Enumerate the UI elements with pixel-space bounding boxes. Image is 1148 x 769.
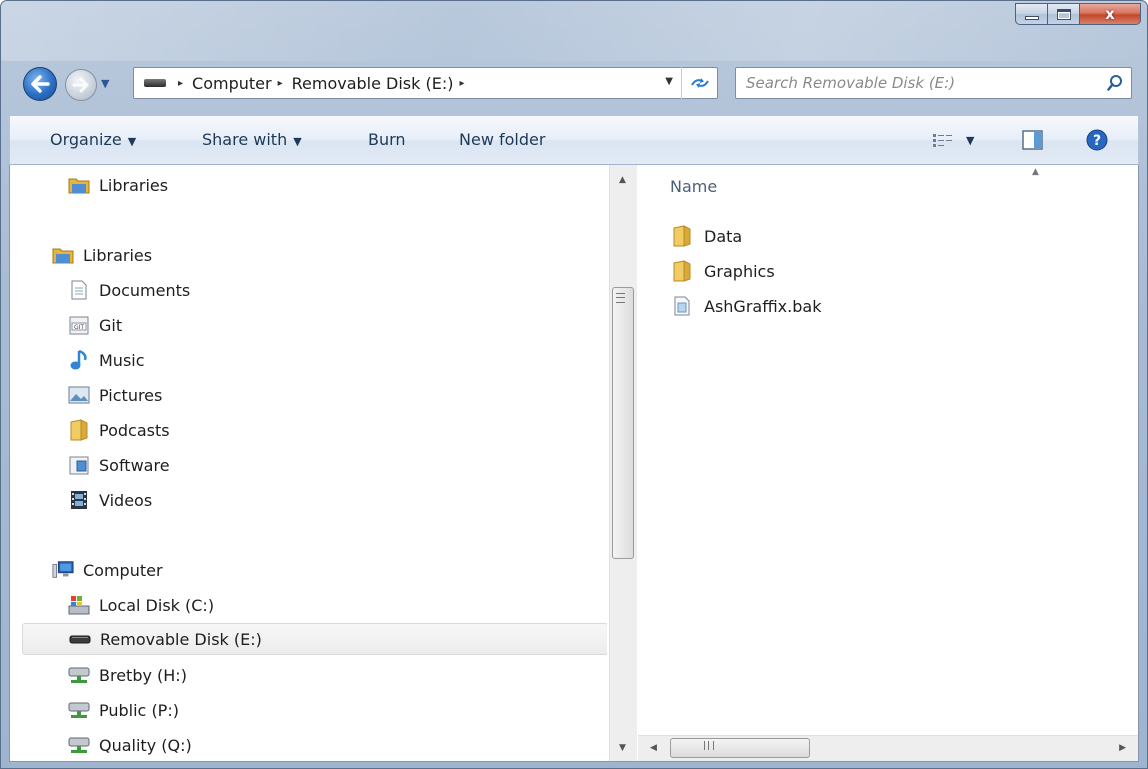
folder-icon: [672, 225, 692, 247]
address-bar[interactable]: ▸ Computer ▸ Removable Disk (E:) ▸ ▼: [133, 67, 718, 99]
removable-disk-icon: [69, 628, 91, 650]
nav-item-pictures[interactable]: Pictures: [68, 379, 162, 411]
local-disk-icon: [68, 594, 90, 616]
git-library-icon: GIT: [68, 314, 90, 336]
close-button[interactable]: x: [1079, 3, 1141, 25]
svg-text:GIT: GIT: [74, 324, 84, 331]
network-drive-icon: [68, 664, 90, 686]
search-icon: [1107, 75, 1122, 91]
libraries-icon: [52, 244, 74, 266]
address-history-chevron-down-icon[interactable]: ▼: [665, 76, 673, 87]
forward-button[interactable]: [65, 69, 97, 101]
computer-icon: [52, 559, 74, 581]
sort-ascending-icon: ▲: [1032, 167, 1039, 177]
navigation-bar: ▼ ▸ Computer ▸ Removable Disk (E:) ▸ ▼: [1, 63, 1147, 103]
recent-pages-chevron-down-icon[interactable]: ▼: [101, 77, 109, 90]
maximize-button[interactable]: [1047, 3, 1079, 25]
refresh-icon: [690, 78, 709, 88]
nav-item-removable-disk-e[interactable]: Removable Disk (E:): [22, 623, 607, 655]
network-drive-icon: [68, 699, 90, 721]
svg-text:?: ?: [1093, 133, 1101, 149]
chevron-down-icon: ▼: [293, 135, 302, 148]
file-icon: [672, 295, 692, 317]
chevron-down-icon: ▼: [127, 135, 137, 148]
nav-item-software[interactable]: Software: [68, 449, 170, 481]
forward-arrow-icon: [72, 77, 89, 93]
close-icon: x: [1105, 5, 1115, 23]
preview-pane-icon: [1022, 130, 1043, 150]
breadcrumb-separator[interactable]: ▸: [278, 78, 283, 89]
new-folder-button[interactable]: New folder: [459, 130, 545, 149]
breadcrumb-removable-disk[interactable]: Removable Disk (E:): [292, 74, 454, 93]
burn-button[interactable]: Burn: [368, 130, 406, 149]
change-view-button[interactable]: ▼: [932, 126, 974, 154]
help-button[interactable]: ?: [1086, 126, 1108, 154]
file-list-horizontal-scrollbar[interactable]: ◀ ▶: [638, 735, 1138, 761]
nav-item-public-p[interactable]: Public (P:): [68, 694, 179, 726]
content-area: Libraries Libraries Documents GIT Git Mu…: [9, 165, 1139, 762]
maximize-icon: [1056, 8, 1071, 20]
nav-item-libraries[interactable]: Libraries: [68, 169, 168, 201]
scroll-up-arrow-icon[interactable]: ▲: [619, 175, 626, 185]
search-box[interactable]: [735, 67, 1132, 99]
libraries-icon: [68, 174, 90, 196]
pictures-icon: [68, 384, 90, 406]
chevron-down-icon: ▼: [966, 133, 975, 147]
breadcrumb-separator[interactable]: ▸: [178, 78, 183, 89]
share-with-button[interactable]: Share with ▼: [202, 130, 302, 149]
scroll-right-arrow-icon[interactable]: ▶: [1119, 743, 1126, 753]
refresh-button[interactable]: [681, 67, 717, 99]
folder-icon: [672, 260, 692, 282]
nav-item-videos[interactable]: Videos: [68, 484, 152, 516]
organize-button[interactable]: Organize ▼: [50, 130, 136, 149]
navigation-pane-scrollbar[interactable]: ▲ ▼: [609, 165, 637, 761]
file-row-data[interactable]: Data: [672, 221, 742, 251]
file-row-ashgraffix-bak[interactable]: AshGraffix.bak: [672, 291, 821, 321]
nav-item-podcasts[interactable]: Podcasts: [68, 414, 170, 446]
nav-item-music[interactable]: Music: [68, 344, 145, 376]
file-list-pane: ▲ Name Data Graphics AshGraffix.bak ◀ ▶: [638, 165, 1138, 761]
file-row-graphics[interactable]: Graphics: [672, 256, 775, 286]
scrollbar-grip: [704, 741, 714, 750]
view-options-icon: [933, 134, 952, 147]
nav-item-git[interactable]: GIT Git: [68, 309, 122, 341]
nav-item-documents[interactable]: Documents: [68, 274, 190, 306]
removable-disk-icon: [144, 79, 166, 87]
back-button[interactable]: [23, 67, 57, 101]
caption-buttons: x: [1015, 3, 1141, 33]
scrollbar-thumb[interactable]: [670, 738, 810, 758]
folder-icon: [68, 419, 90, 441]
breadcrumb-computer[interactable]: Computer: [192, 74, 272, 93]
search-input[interactable]: [736, 68, 1096, 98]
explorer-window: x ▼ ▸ Computer ▸ Removable Disk (E:) ▸ ▼: [0, 0, 1148, 769]
network-drive-icon: [68, 734, 90, 756]
command-bar: Organize ▼ Share with ▼ Burn New folder ▼ …: [9, 115, 1139, 165]
scroll-down-arrow-icon[interactable]: ▼: [619, 743, 626, 753]
videos-icon: [68, 489, 90, 511]
preview-pane-button[interactable]: [1022, 126, 1044, 154]
nav-item-bretby-h[interactable]: Bretby (H:): [68, 659, 187, 691]
music-icon: [68, 349, 90, 371]
scroll-left-arrow-icon[interactable]: ◀: [650, 743, 657, 753]
navigation-pane: Libraries Libraries Documents GIT Git Mu…: [10, 165, 607, 761]
documents-icon: [68, 279, 90, 301]
nav-item-computer[interactable]: Computer: [52, 554, 163, 586]
software-library-icon: [68, 454, 90, 476]
minimize-button[interactable]: [1015, 3, 1047, 25]
breadcrumb-separator[interactable]: ▸: [459, 78, 464, 89]
nav-item-local-disk-c[interactable]: Local Disk (C:): [68, 589, 214, 621]
nav-item-quality-q[interactable]: Quality (Q:): [68, 729, 192, 761]
nav-item-libraries-group[interactable]: Libraries: [52, 239, 152, 271]
scrollbar-grip: [616, 293, 625, 303]
scrollbar-thumb[interactable]: [612, 287, 634, 559]
back-arrow-icon: [31, 75, 50, 93]
minimize-icon: [1024, 16, 1039, 20]
help-icon: ?: [1086, 129, 1108, 151]
column-header-name[interactable]: Name: [670, 177, 717, 196]
